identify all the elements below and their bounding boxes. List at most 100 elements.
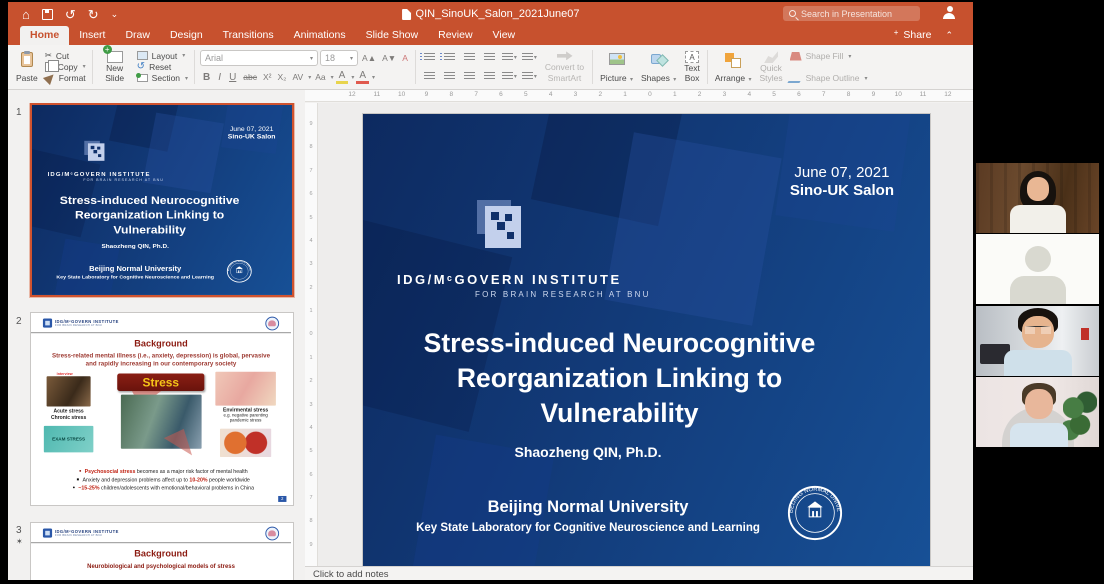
document-icon [402, 9, 411, 20]
speaker-name[interactable]: Shaozheng QIN, Ph.D. [363, 444, 813, 460]
paste-icon [21, 52, 33, 67]
font-name-select[interactable]: Arial▾ [200, 50, 318, 66]
align-right-button[interactable] [461, 70, 478, 83]
institute-logo-small-icon [43, 529, 52, 538]
video-participant-1[interactable] [976, 163, 1099, 233]
layout-button[interactable]: Layout▾ [134, 50, 191, 61]
institute-subtitle[interactable]: FOR BRAIN RESEARCH AT BNU [475, 290, 651, 299]
shape-outline-button[interactable]: Shape Outline▾ [787, 72, 871, 84]
ruler-number: 1 [305, 308, 317, 314]
slide-title[interactable]: Stress-induced NeurocognitiveReorganizat… [375, 326, 864, 432]
subscript-button[interactable]: X₂ [276, 72, 289, 82]
home-icon[interactable]: ⌂ [22, 8, 30, 21]
vertical-ruler: 9876543210123456789 [305, 103, 318, 566]
quick-styles-icon [764, 51, 778, 63]
font-color-button[interactable]: A [356, 70, 369, 84]
video-participant-3[interactable] [976, 306, 1099, 376]
format-painter-button[interactable]: Format [42, 73, 89, 84]
justify-button[interactable] [481, 70, 498, 83]
account-icon[interactable] [943, 6, 957, 20]
bold-button[interactable]: B [200, 72, 213, 83]
line-spacing-button[interactable]: ▾ [501, 51, 518, 64]
brain-badge-icon [265, 527, 279, 541]
document-title-zone: QIN_SinoUK_Salon_2021June07 [402, 8, 580, 20]
main-slide-canvas[interactable]: June 07, 2021Sino-UK Salon IDG/MᶜGOVERN … [363, 114, 930, 570]
university-name[interactable]: Beijing Normal University [363, 498, 813, 517]
align-text-button[interactable]: ▾ [521, 70, 538, 83]
highlight-color-button[interactable]: A [336, 70, 349, 84]
video-participant-2-avatar[interactable] [976, 234, 1099, 304]
section-button[interactable]: Section▾ [134, 73, 191, 84]
tab-view[interactable]: View [483, 26, 526, 45]
slide-thumbnail-panel: 1 June 07, 2021Sino-UK Salon IDG/MᶜGOVER… [8, 103, 305, 580]
environmental-stress-label: Envirmental stresse.g. negative parentin… [214, 407, 278, 423]
align-left-button[interactable] [421, 70, 438, 83]
italic-button[interactable]: I [215, 72, 224, 83]
grow-font-button[interactable]: A▲ [360, 53, 378, 63]
institute-name[interactable]: IDG/MᶜGOVERN INSTITUTE [397, 272, 622, 287]
bullets-button[interactable] [421, 51, 438, 64]
tab-animations[interactable]: Animations [284, 26, 356, 45]
slide-1-thumbnail[interactable]: June 07, 2021Sino-UK Salon IDG/MᶜGOVERN … [30, 103, 294, 297]
text-box-button[interactable]: A TextBox [680, 48, 704, 86]
increase-indent-button[interactable] [481, 51, 498, 64]
decrease-indent-button[interactable] [461, 51, 478, 64]
tab-home[interactable]: Home [20, 26, 69, 45]
ruler-number: 0 [643, 91, 657, 98]
ruler-number: 12 [941, 91, 955, 98]
lab-name[interactable]: Key State Laboratory for Cognitive Neuro… [363, 522, 813, 534]
svg-text:BEIJING NORMAL UNIVERSITY: BEIJING NORMAL UNIVERSITY [786, 484, 841, 513]
video-participant-4[interactable] [976, 377, 1099, 447]
tab-slide-show[interactable]: Slide Show [356, 26, 429, 45]
reset-button[interactable]: ↺Reset [134, 61, 191, 72]
align-center-button[interactable] [441, 70, 458, 83]
institute-logo-icon[interactable] [477, 200, 527, 252]
slide-2-number: 2 [16, 316, 22, 327]
search-input[interactable]: Search in Presentation [783, 6, 920, 21]
slide-3-thumbnail[interactable]: IDG/MᶜGOVERN INSTITUTEFOR BRAIN RESEARCH… [30, 522, 294, 580]
slide-date[interactable]: June 07, 2021Sino-UK Salon [790, 164, 894, 199]
slide3-subtitle: Neurobiological and psychological models… [31, 562, 291, 569]
character-spacing-button[interactable]: AV [291, 72, 306, 82]
undo-icon[interactable]: ↺ [65, 8, 76, 21]
strikethrough-button[interactable]: abc [241, 72, 259, 82]
arrange-button[interactable]: Arrange ▾ [711, 48, 756, 86]
share-label: Share [903, 29, 931, 41]
tab-transitions[interactable]: Transitions [213, 26, 284, 45]
change-case-button[interactable]: Aa [313, 72, 327, 82]
shapes-button[interactable]: Shapes ▾ [637, 48, 680, 86]
document-title: QIN_SinoUK_Salon_2021June07 [416, 8, 580, 20]
tab-draw[interactable]: Draw [115, 26, 160, 45]
shape-fill-button[interactable]: Shape Fill▾ [787, 50, 871, 62]
ruler-number: 12 [345, 91, 359, 98]
redo-icon[interactable]: ↻ [88, 8, 99, 21]
font-size-select[interactable]: 18▾ [320, 50, 358, 66]
paste-button[interactable]: Paste [12, 48, 42, 86]
new-slide-button[interactable]: New Slide [96, 48, 134, 86]
clear-formatting-button[interactable]: A [400, 53, 410, 63]
tab-review[interactable]: Review [428, 26, 482, 45]
tab-design[interactable]: Design [160, 26, 213, 45]
ruler-number: 9 [305, 542, 317, 548]
columns-button[interactable]: ▾ [521, 51, 538, 64]
slide-2-thumbnail[interactable]: IDG/MᶜGOVERN INSTITUTEFOR BRAIN RESEARCH… [30, 312, 294, 506]
lab-name: Key State Laboratory for Cognitive Neuro… [32, 275, 238, 280]
shape-outline-icon [787, 74, 804, 83]
tab-insert[interactable]: Insert [69, 26, 115, 45]
customize-toolbar-icon[interactable]: ⌄ [111, 10, 119, 19]
text-direction-button[interactable]: ▾ [501, 70, 518, 83]
university-seal-icon: BEIJING NORMAL UNIVERSITY [226, 259, 253, 283]
save-icon[interactable] [42, 9, 53, 20]
share-button[interactable]: + Share ⌃ [885, 29, 953, 41]
picture-button[interactable]: Picture ▾ [596, 48, 637, 86]
ruler-number: 7 [469, 91, 483, 98]
superscript-button[interactable]: X² [261, 72, 274, 82]
notes-field[interactable]: Click to add notes [305, 566, 973, 580]
convert-to-smartart-button[interactable]: Convert toSmartArt [540, 48, 589, 86]
shrink-font-button[interactable]: A▼ [380, 53, 398, 63]
quick-styles-button[interactable]: QuickStyles [755, 48, 786, 86]
slide-3-number: 3 [16, 525, 22, 536]
underline-button[interactable]: U [226, 72, 239, 83]
collapse-ribbon-icon[interactable]: ⌃ [945, 30, 953, 41]
numbering-button[interactable] [441, 51, 458, 64]
